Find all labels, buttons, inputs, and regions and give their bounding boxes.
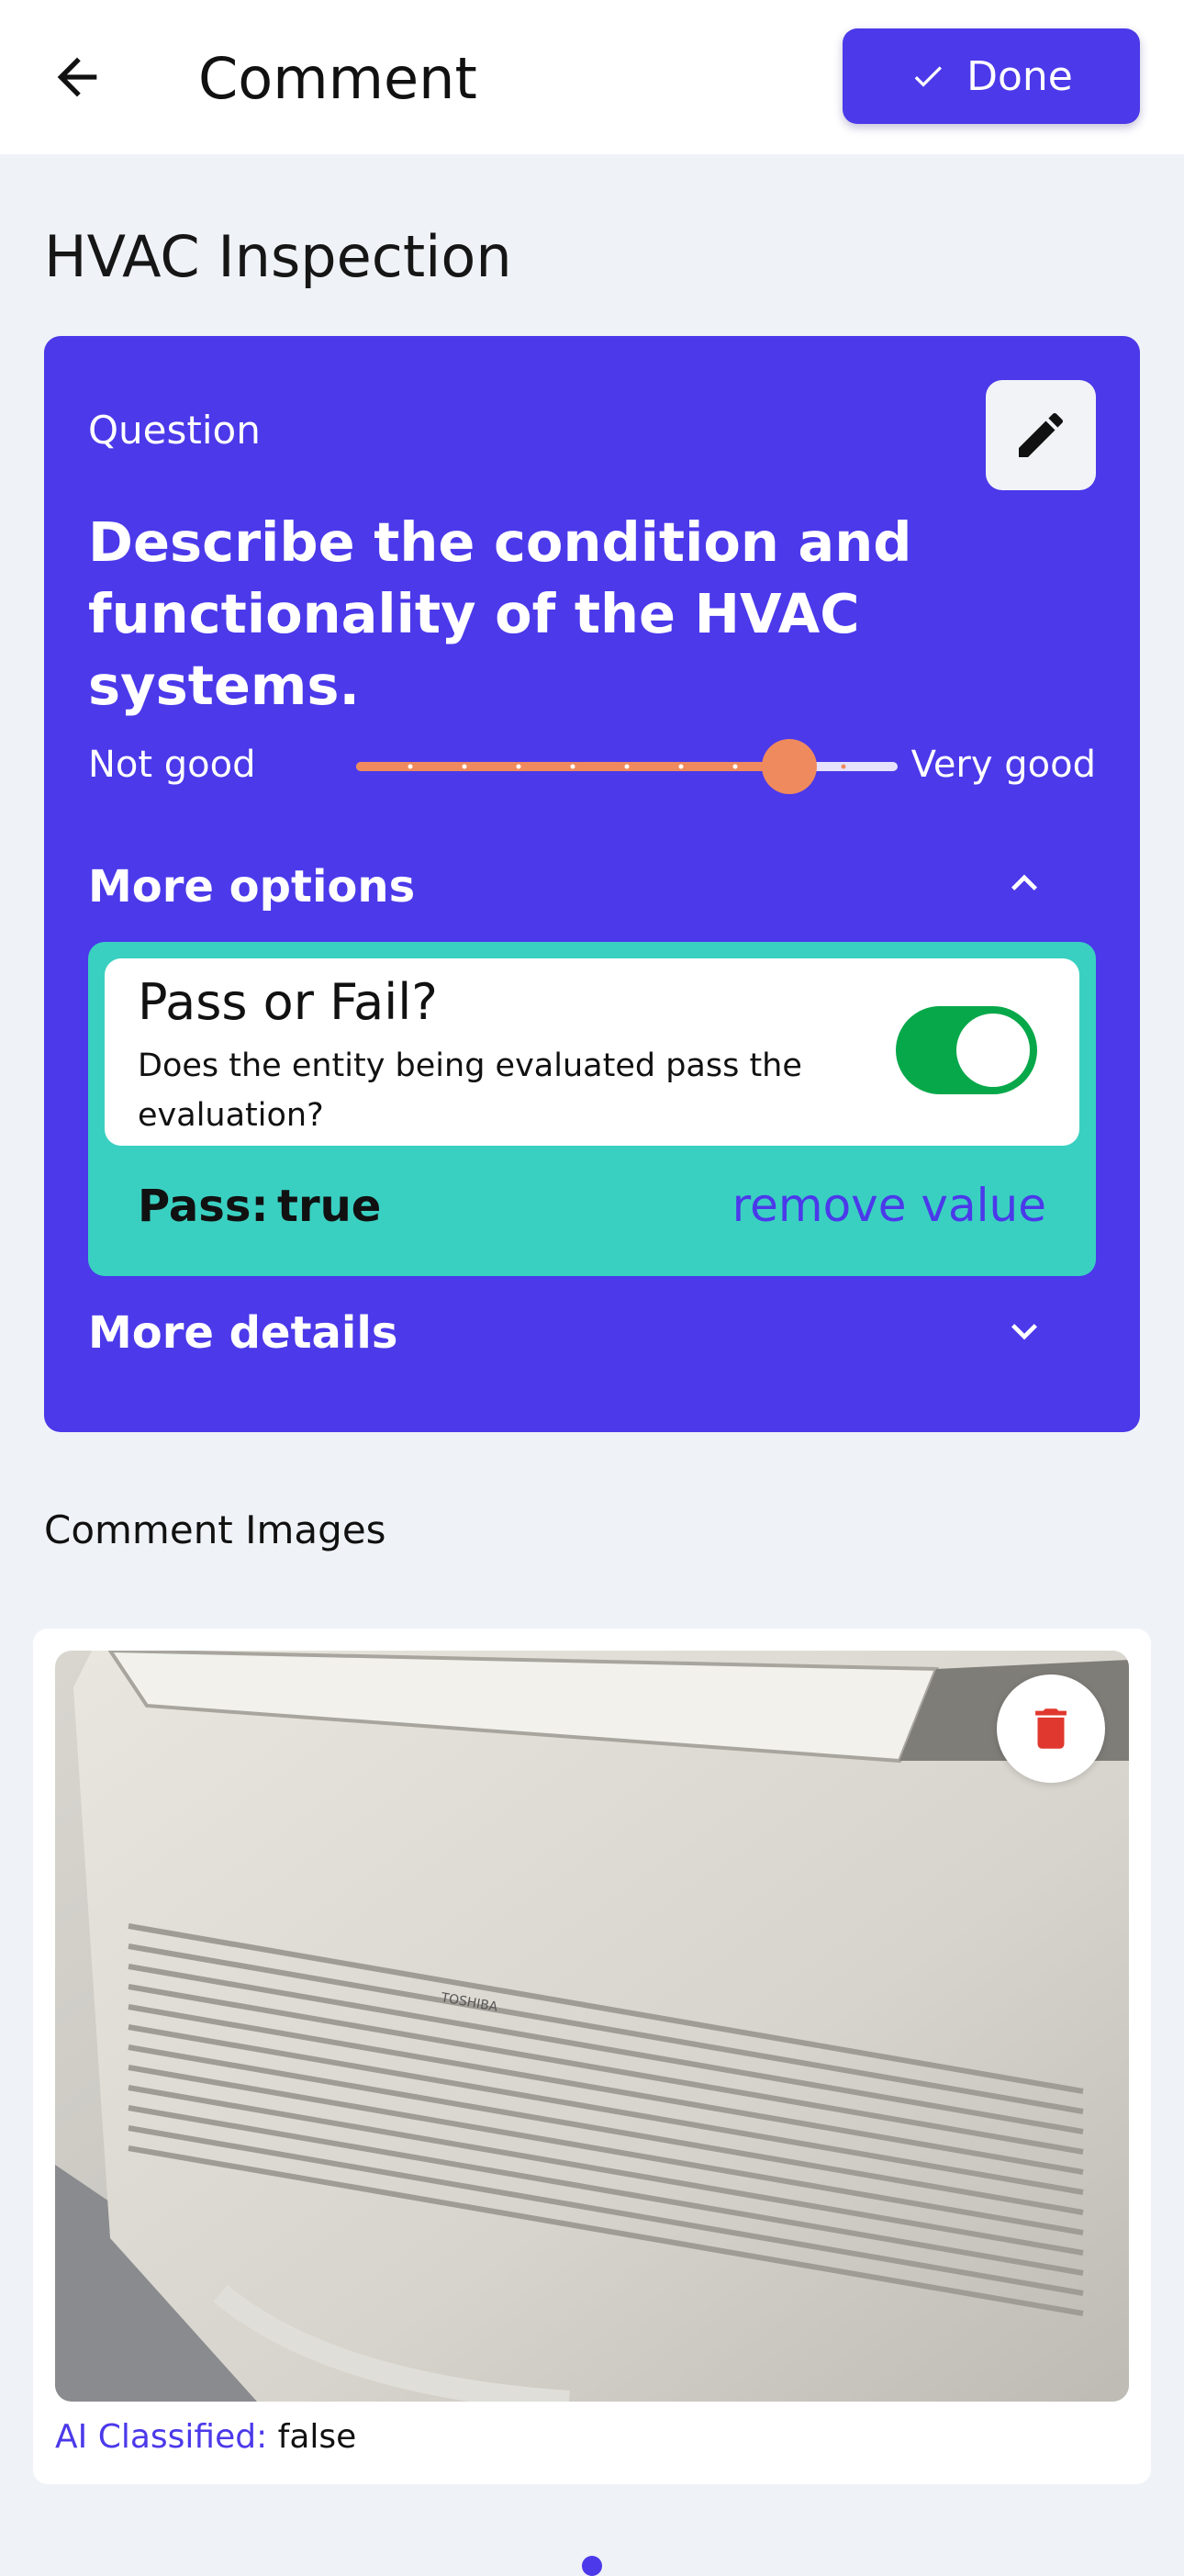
slider-tick [841,764,846,769]
question-card: Question Describe the condition and func… [44,336,1140,1432]
more-options-toggle[interactable]: More options [88,861,415,913]
pass-result-value: true [277,1181,382,1232]
edit-button[interactable] [986,380,1096,490]
inspection-heading: HVAC Inspection [44,223,512,290]
hvac-unit-illustration: TOSHIBA [55,1651,1129,2402]
slider-tick [462,764,467,769]
slider-tick [570,764,575,769]
check-icon [914,66,943,87]
switch-knob [956,1014,1030,1087]
page-indicator-dot [582,2556,602,2576]
back-button[interactable] [40,40,114,114]
comment-images-label: Comment Images [44,1507,386,1552]
chevron-up-icon[interactable] [999,857,1050,909]
slider-tick [678,764,684,769]
more-details-toggle[interactable]: More details [88,1307,397,1359]
done-label: Done [966,52,1073,100]
trash-icon [1035,1708,1067,1749]
scale-high-label: Very good [910,744,1096,786]
rating-slider[interactable] [310,720,898,812]
pass-fail-switch[interactable] [896,1006,1037,1094]
top-app-bar: Comment Done [0,0,1184,154]
arrow-left-icon [57,57,97,97]
pass-result-label: Pass: [138,1181,269,1232]
pass-fail-description: Does the entity being evaluated pass the… [138,1047,802,1134]
ai-classified-label: AI Classified: [55,2418,268,2456]
pass-fail-panel: Pass or Fail? Does the entity being eval… [88,942,1096,1276]
question-label: Question [88,408,261,453]
ai-classified-row: AI Classified: false [55,2418,356,2456]
slider-thumb[interactable] [762,739,817,794]
scale-low-label: Not good [88,744,256,786]
done-button[interactable]: Done [843,28,1140,124]
delete-image-button[interactable] [997,1674,1105,1783]
slider-tick [408,764,413,769]
slider-tick [516,764,521,769]
page-title: Comment [198,45,477,112]
chevron-down-icon[interactable] [999,1305,1050,1357]
hvac-unit-photo[interactable]: TOSHIBA [55,1651,1129,2402]
image-card: TOSHIBA AI Classified: false [33,1629,1151,2484]
pencil-icon [1019,412,1064,457]
ai-classified-value: false [277,2418,357,2456]
question-text: Describe the condition and functionality… [88,510,912,717]
pass-fail-title: Pass or Fail? [138,973,438,1031]
slider-tick [732,764,738,769]
slider-tick [624,764,630,769]
remove-value-link[interactable]: remove value [732,1179,1046,1232]
pass-fail-card: Pass or Fail? Does the entity being eval… [105,958,1079,1146]
